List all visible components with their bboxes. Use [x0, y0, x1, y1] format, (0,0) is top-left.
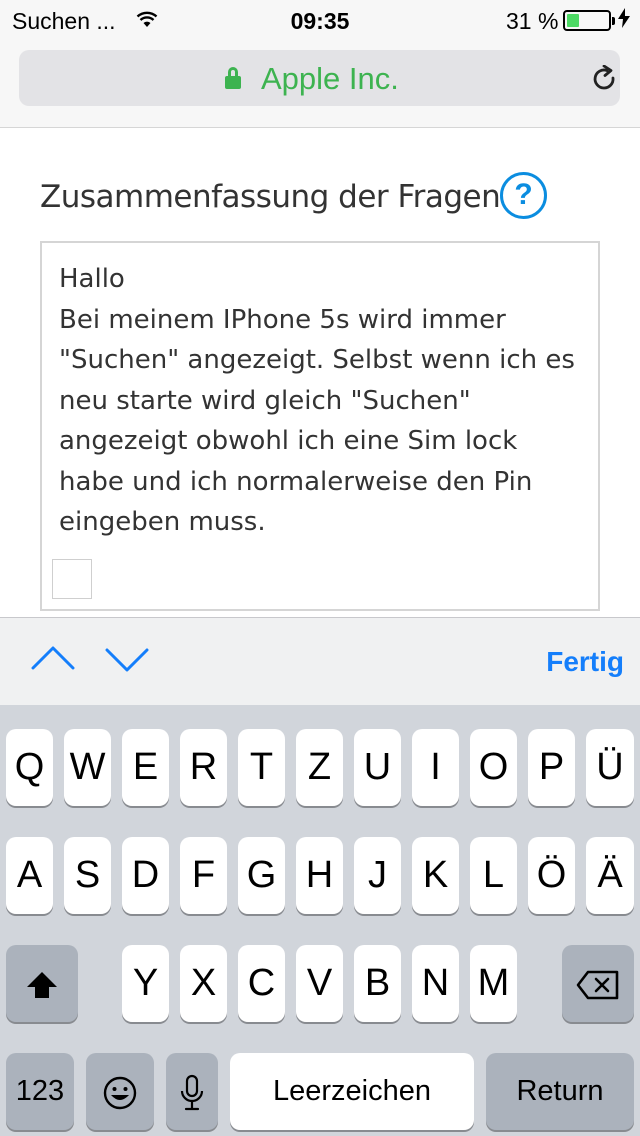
key-h[interactable]: H [296, 837, 343, 914]
help-icon[interactable]: ? [500, 172, 547, 219]
microphone-icon [180, 1074, 204, 1111]
key-i[interactable]: I [412, 729, 459, 806]
key-x[interactable]: X [180, 945, 227, 1022]
keyboard: Q W E R T Z U I O P Ü A S D F G H J K L … [0, 705, 640, 1136]
browser-chrome: Suchen ... 09:35 31 % Apple Inc. [0, 0, 640, 128]
question-textarea[interactable]: Hallo Bei meinem IPhone 5s wird immer "S… [40, 241, 600, 611]
charging-bolt-icon [618, 8, 630, 28]
battery-percentage: 31 % [506, 8, 559, 34]
key-oe[interactable]: Ö [528, 837, 575, 914]
space-key[interactable]: Leerzeichen [230, 1053, 474, 1130]
key-e[interactable]: E [122, 729, 169, 806]
chevron-up-icon[interactable] [31, 642, 75, 676]
emoji-icon [103, 1076, 137, 1110]
dictation-key[interactable] [166, 1053, 218, 1130]
key-f[interactable]: F [180, 837, 227, 914]
key-y[interactable]: Y [122, 945, 169, 1022]
form-accessory-bar: Fertig [0, 617, 640, 705]
return-key[interactable]: Return [486, 1053, 634, 1130]
key-t[interactable]: T [238, 729, 285, 806]
key-ue[interactable]: Ü [586, 729, 634, 806]
battery-icon [563, 10, 615, 31]
question-summary-heading: Zusammenfassung der Fragen [40, 179, 501, 215]
done-button[interactable]: Fertig [546, 646, 624, 678]
key-q[interactable]: Q [6, 729, 53, 806]
key-k[interactable]: K [412, 837, 459, 914]
key-z[interactable]: Z [296, 729, 343, 806]
key-n[interactable]: N [412, 945, 459, 1022]
key-d[interactable]: D [122, 837, 169, 914]
key-ae[interactable]: Ä [586, 837, 634, 914]
key-u[interactable]: U [354, 729, 401, 806]
shift-icon [27, 971, 57, 998]
key-m[interactable]: M [470, 945, 517, 1022]
key-o[interactable]: O [470, 729, 517, 806]
shift-key[interactable] [6, 945, 78, 1022]
key-a[interactable]: A [6, 837, 53, 914]
key-s[interactable]: S [64, 837, 111, 914]
key-r[interactable]: R [180, 729, 227, 806]
lock-icon [225, 67, 241, 89]
reload-icon[interactable] [591, 65, 619, 93]
delete-icon [576, 970, 619, 1000]
numbers-key[interactable]: 123 [6, 1053, 74, 1130]
chevron-down-icon[interactable] [105, 642, 149, 676]
battery-nub [612, 17, 615, 25]
page-content: Zusammenfassung der Fragen ? Hallo Bei m… [0, 129, 640, 617]
key-l[interactable]: L [470, 837, 517, 914]
key-p[interactable]: P [528, 729, 575, 806]
attachment-checkbox[interactable] [52, 559, 92, 599]
key-g[interactable]: G [238, 837, 285, 914]
emoji-key[interactable] [86, 1053, 154, 1130]
key-j[interactable]: J [354, 837, 401, 914]
key-v[interactable]: V [296, 945, 343, 1022]
address-bar[interactable]: Apple Inc. [19, 50, 620, 106]
battery-fill [567, 14, 580, 27]
key-b[interactable]: B [354, 945, 401, 1022]
delete-key[interactable] [562, 945, 634, 1022]
status-bar: Suchen ... 09:35 31 % [0, 0, 640, 40]
key-w[interactable]: W [64, 729, 111, 806]
key-c[interactable]: C [238, 945, 285, 1022]
site-label: Apple Inc. [261, 61, 399, 96]
